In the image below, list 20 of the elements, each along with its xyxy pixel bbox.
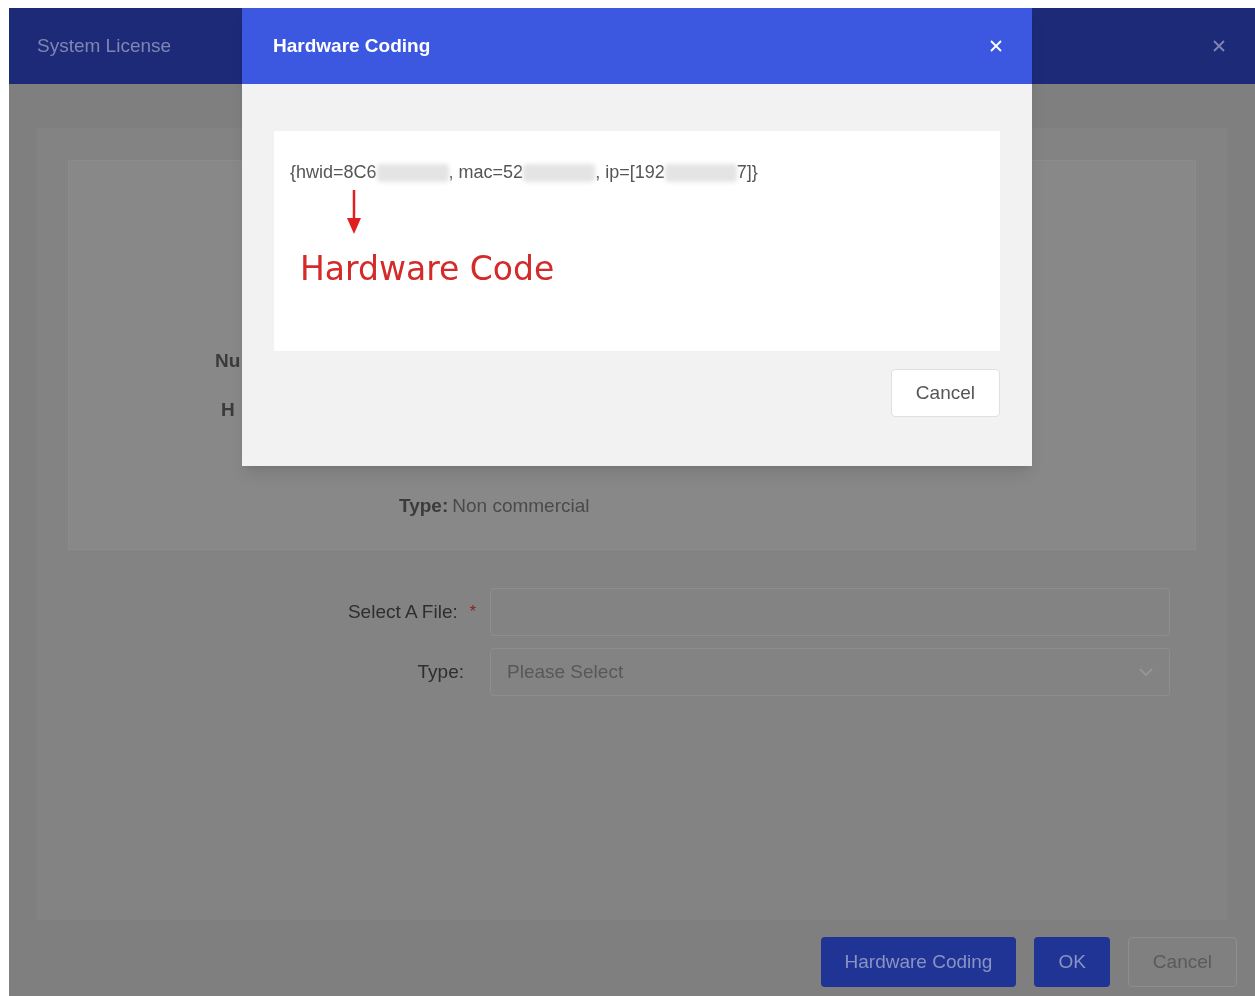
close-icon[interactable] xyxy=(1211,38,1227,54)
arrow-down-icon xyxy=(346,190,362,234)
hardware-code-text: 7]} xyxy=(736,161,758,184)
info-label: Type: xyxy=(399,494,449,518)
info-label: H xyxy=(221,398,235,422)
info-value: Non commercial xyxy=(452,494,590,518)
hardware-code-text: , mac=52 xyxy=(448,161,524,184)
field-label: Select A File: xyxy=(347,599,458,624)
hardware-code-text: , ip=[192 xyxy=(595,161,665,184)
hardware-code-text: {hwid=8C6 xyxy=(290,161,377,184)
dialog-title: System License xyxy=(37,33,172,58)
info-label: Nu xyxy=(215,349,241,373)
field-label: Type: xyxy=(417,659,464,684)
modal-title: Hardware Coding xyxy=(273,33,431,58)
primary-button[interactable]: OK xyxy=(1034,937,1110,987)
annotation-label: Hardware Code xyxy=(300,248,556,290)
close-icon[interactable] xyxy=(988,38,1004,54)
primary-button[interactable]: Hardware Coding xyxy=(820,937,1017,987)
cancel-button[interactable]: Cancel xyxy=(890,369,1000,417)
required-mark: * xyxy=(469,602,476,622)
